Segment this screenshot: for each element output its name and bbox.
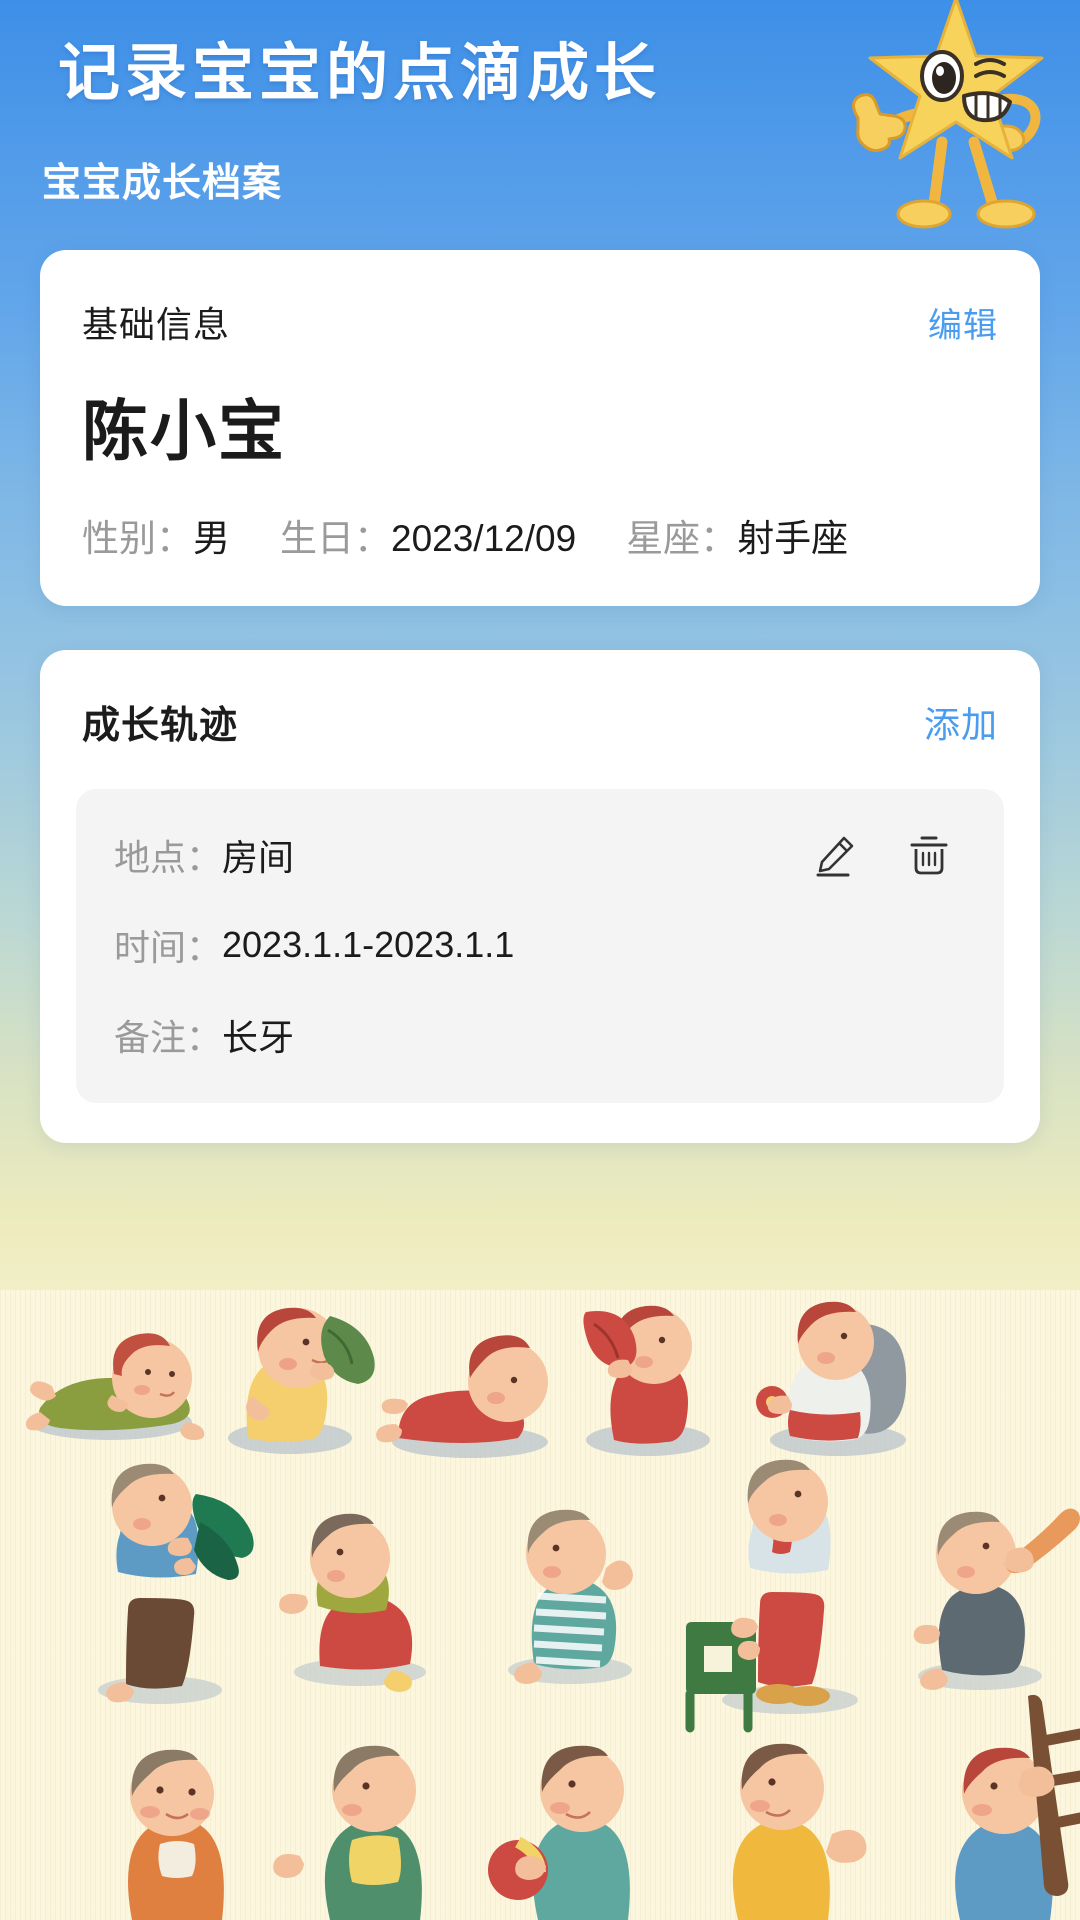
growth-track-title: 成长轨迹 [82,705,239,747]
baby-figure [732,1743,867,1920]
baby-figure [488,1745,630,1920]
star-mascot-icon [852,0,1044,229]
page-subtitle: 宝宝成长档案 [42,162,283,205]
baby-illustration-figures [26,1301,1080,1920]
growth-entry-location-row: 地点： 房间 [114,829,966,881]
baby-figure [955,1694,1080,1920]
baby-figure [685,1459,858,1733]
baby-name: 陈小宝 [82,394,286,468]
baby-figure [98,1463,254,1704]
basic-info-card: 基础信息 编辑 陈小宝 性别： 男 生日： 2023/12/09 星座： 射手座 [40,250,1040,606]
meta-gender-value: 男 [193,518,230,559]
growth-entry-time-label: 时间： [114,927,223,968]
app-root: 记录宝宝的点滴成长 宝宝成长档案 基础信息 编辑 陈小宝 性别： 男 生日： 2… [0,0,1080,1920]
baby-figure [279,1513,426,1692]
meta-gender: 性别： 男 [82,508,230,562]
growth-track-header: 成长轨迹 添加 [76,694,1004,749]
growth-entry-item[interactable]: 地点： 房间 时间： 2023.1.1-2023.1.1 备注： 长牙 [76,789,1004,1103]
baby-figure [508,1509,633,1684]
add-growth-entry-button[interactable]: 添加 [924,696,1004,748]
baby-figure [273,1745,422,1920]
growth-entry-location-value: 房间 [222,837,295,878]
growth-entry-time-value: 2023.1.1-2023.1.1 [222,924,515,965]
meta-birthday-value: 2023/12/09 [391,518,577,559]
baby-figure [26,1333,205,1440]
meta-gender-label: 性别： [82,518,193,559]
page-title: 记录宝宝的点滴成长 [58,36,662,109]
growth-entry-actions [812,832,966,878]
meta-birthday-label: 生日： [280,518,391,559]
baby-figure [583,1305,710,1456]
baby-figure [756,1301,907,1456]
baby-illustration [0,1290,1080,1920]
growth-track-card: 成长轨迹 添加 地点： 房间 时间： 2023.1.1-2023.1.1 备注：… [40,650,1040,1143]
baby-figure [913,1508,1080,1690]
meta-zodiac-value: 射手座 [737,518,849,559]
growth-entry-note-value: 长牙 [222,1017,295,1058]
growth-entry-time-row: 时间： 2023.1.1-2023.1.1 [114,919,966,971]
growth-entry-location-label: 地点： [114,837,223,878]
edit-basic-info-button[interactable]: 编辑 [928,298,998,347]
page-header: 记录宝宝的点滴成长 宝宝成长档案 [0,0,1080,240]
basic-info-title: 基础信息 [82,304,231,345]
trash-icon[interactable] [906,832,952,878]
baby-figure [128,1749,224,1920]
baby-figure [228,1307,375,1454]
meta-zodiac-label: 星座： [626,518,738,559]
baby-figure [376,1335,548,1458]
growth-entry-note-label: 备注： [114,1017,223,1058]
pencil-icon[interactable] [812,832,858,878]
basic-info-header: 基础信息 编辑 [82,296,998,348]
meta-birthday: 生日： 2023/12/09 [280,508,576,562]
growth-entry-note-row: 备注： 长牙 [114,1009,966,1061]
meta-zodiac: 星座： 射手座 [626,508,848,562]
baby-meta-row: 性别： 男 生日： 2023/12/09 星座： 射手座 [82,508,998,562]
